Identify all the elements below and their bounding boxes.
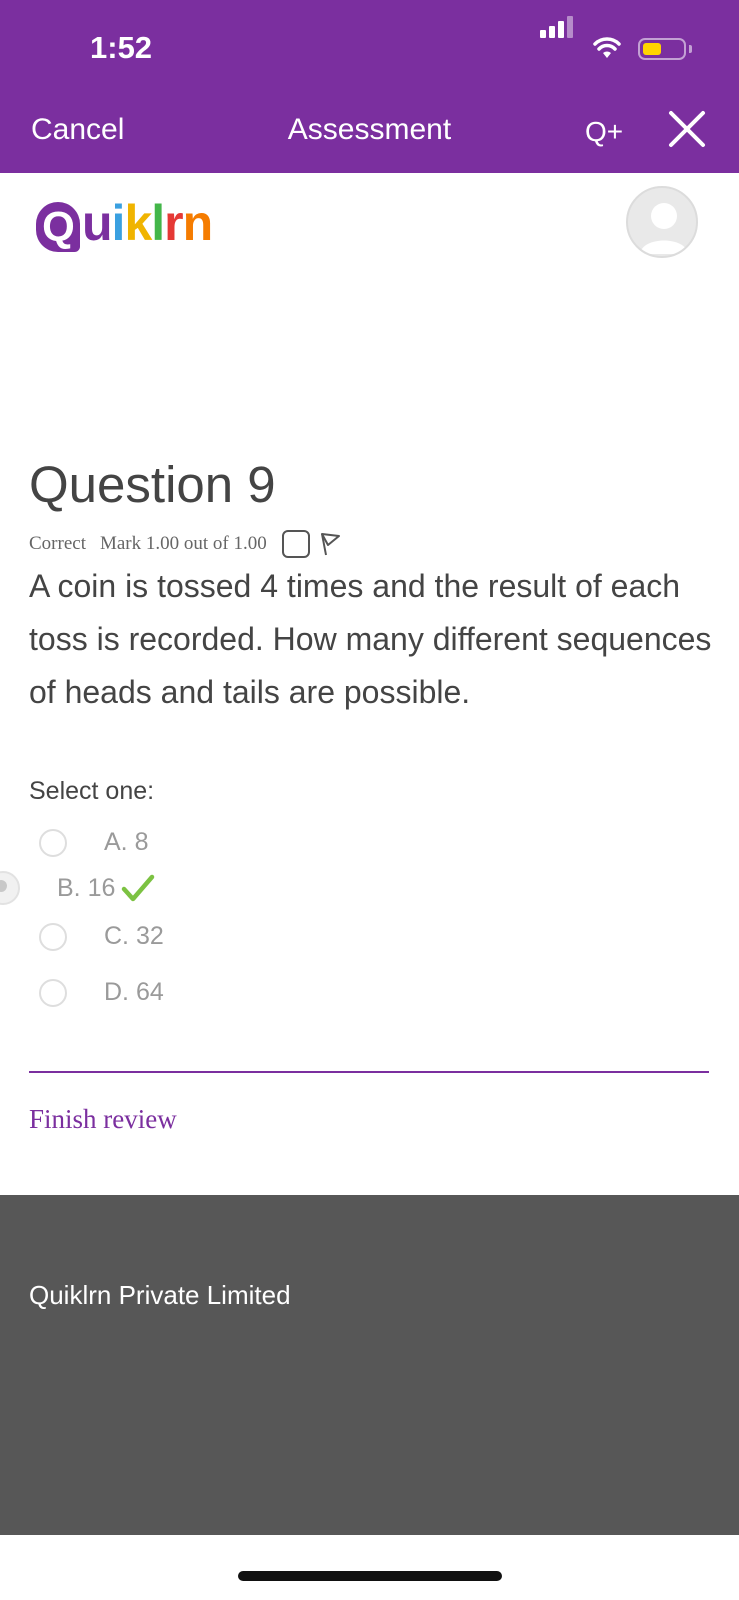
- logo-letter: l: [151, 195, 165, 251]
- question-meta: Correct Mark 1.00 out of 1.00: [29, 530, 342, 558]
- close-button[interactable]: [665, 108, 709, 152]
- wifi-icon: [593, 37, 621, 58]
- option-b[interactable]: B. 16: [57, 873, 155, 903]
- divider: [29, 1071, 709, 1073]
- option-label: D. 64: [104, 978, 164, 1006]
- q-plus-button[interactable]: Q+: [585, 116, 623, 148]
- logo-letter: r: [164, 195, 183, 251]
- logo-letter: k: [124, 195, 152, 251]
- check-icon: [122, 874, 155, 902]
- radio-button[interactable]: [39, 922, 67, 951]
- select-one-label: Select one:: [29, 777, 155, 805]
- option-label: A. 8: [104, 828, 149, 856]
- footer: Quiklrn Private Limited: [0, 1195, 739, 1535]
- question-mark: Mark 1.00 out of 1.00: [99, 533, 267, 554]
- footer-company: Quiklrn Private Limited: [29, 1280, 291, 1310]
- option-a[interactable]: A. 8: [39, 828, 148, 857]
- flag-icon[interactable]: [318, 531, 342, 557]
- radio-button[interactable]: [39, 978, 67, 1007]
- battery-icon: [638, 38, 686, 60]
- question-title: Question 9: [29, 456, 276, 513]
- question-text: A coin is tossed 4 times and the result …: [29, 568, 712, 710]
- question-status: Correct: [29, 533, 86, 554]
- user-icon: [640, 203, 688, 254]
- radio-button-selected[interactable]: [0, 871, 20, 905]
- flag-checkbox[interactable]: [281, 530, 310, 558]
- battery-level: [643, 43, 661, 55]
- option-c[interactable]: C. 32: [39, 922, 164, 951]
- radio-button[interactable]: [39, 828, 67, 857]
- option-d[interactable]: D. 64: [39, 978, 164, 1007]
- home-indicator[interactable]: [238, 1571, 502, 1581]
- top-bar: 1:52 Cancel Assessment Q+: [0, 0, 739, 173]
- avatar[interactable]: [626, 186, 698, 258]
- status-time: 1:52: [90, 30, 153, 65]
- quiklrn-logo: Q u i k l r n: [36, 195, 214, 252]
- finish-review-link[interactable]: Finish review: [29, 1104, 177, 1135]
- logo-letter: u: [82, 195, 113, 251]
- logo-letter-q: Q: [36, 202, 80, 252]
- close-icon: [669, 110, 705, 147]
- logo-letter: i: [111, 195, 126, 251]
- nav-title: Assessment: [287, 113, 452, 146]
- option-label: C. 32: [104, 922, 164, 950]
- option-label: B. 16: [57, 873, 116, 902]
- logo-letter: n: [182, 195, 214, 251]
- assessment-screen: 1:52 Cancel Assessment Q+ Q u i k l r n …: [0, 0, 739, 1600]
- battery-tip: [689, 45, 692, 53]
